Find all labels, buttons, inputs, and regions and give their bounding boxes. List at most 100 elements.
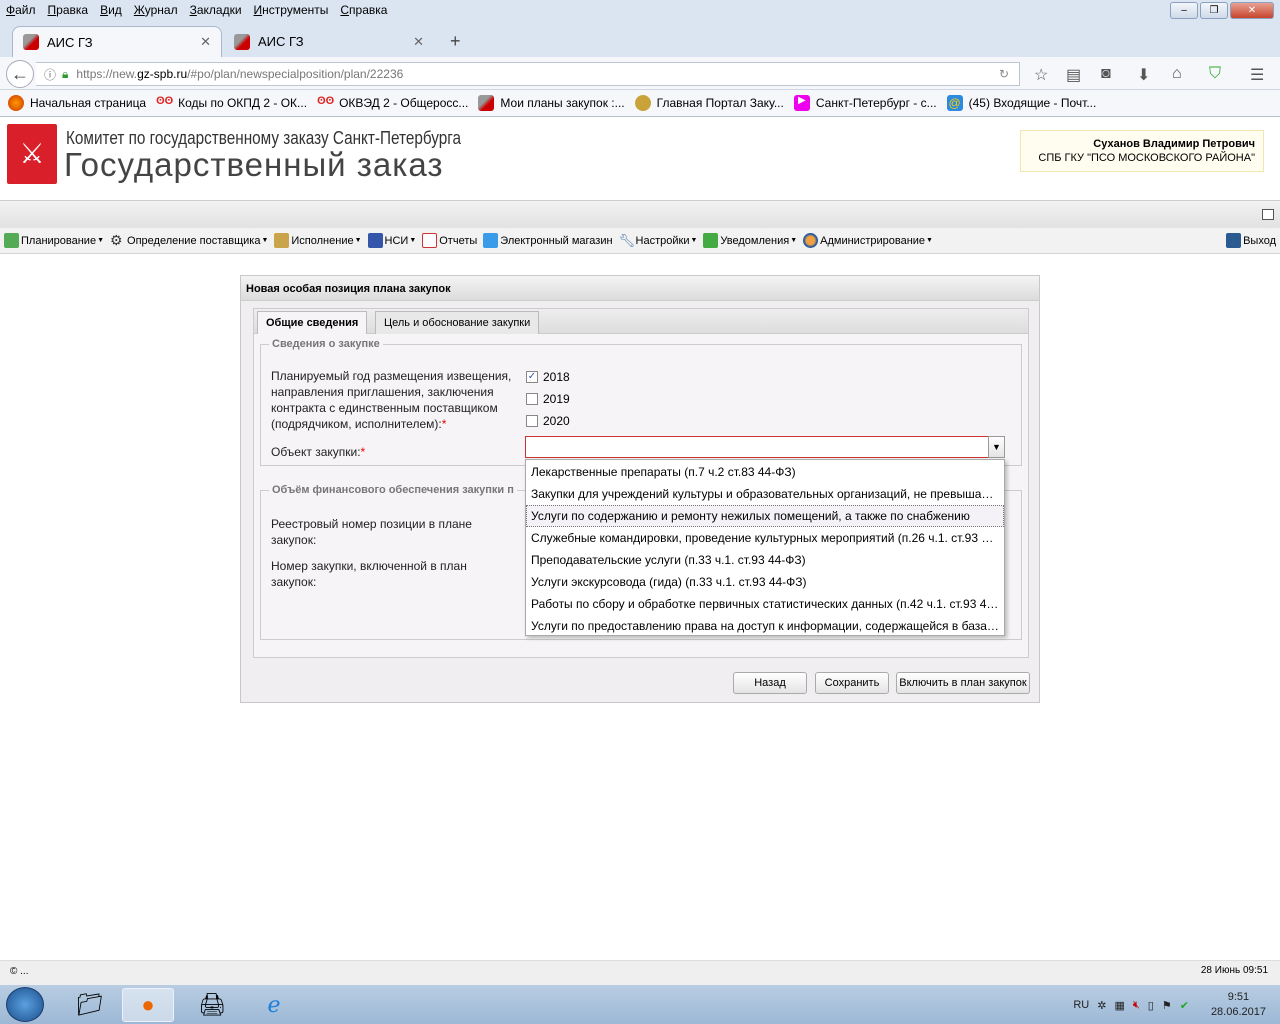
bookmark-home[interactable]: Начальная страница <box>8 95 146 111</box>
firefox-icon <box>8 95 24 111</box>
year-2019-checkbox[interactable]: 2019 <box>526 392 570 406</box>
year-2020-checkbox[interactable]: 2020 <box>526 414 570 428</box>
menu-bookmarks[interactable]: Закладки <box>190 3 242 17</box>
status-bar: © ... <box>0 960 1280 985</box>
status-text: © ... <box>10 966 29 977</box>
site-icon: ʘʘ <box>156 95 174 107</box>
hamburger-menu-icon[interactable]: ☰ <box>1250 65 1264 85</box>
antivirus-icon[interactable]: ✲ <box>1097 999 1106 1012</box>
menu-tools[interactable]: Инструменты <box>254 3 329 17</box>
bookmark-spb[interactable]: ▶ Санкт-Петербург - с... <box>793 95 937 111</box>
display-icon[interactable]: ▯ <box>1148 999 1154 1012</box>
tab-title: АИС ГЗ <box>47 34 93 50</box>
dropdown-option[interactable]: Услуги экскурсовода (гида) (п.33 ч.1. ст… <box>526 571 1004 593</box>
chevron-down-icon[interactable]: ▼ <box>988 436 1005 458</box>
dropdown-option-highlighted[interactable]: Услуги по содержанию и ремонту нежилых п… <box>526 505 1004 527</box>
restore-button[interactable]: ❐ <box>1200 2 1228 19</box>
menu-help[interactable]: Справка <box>340 3 387 17</box>
bookmark-label: Мои планы закупок :... <box>500 96 625 110</box>
info-icon[interactable]: ⓘ <box>44 66 56 83</box>
menu-settings[interactable]: 🔧︎ Настройки ▼ <box>619 233 698 248</box>
download-icon[interactable]: ⬇ <box>1137 65 1150 85</box>
object-label-text: Объект закупки: <box>271 445 361 459</box>
star-icon[interactable]: ☆ <box>1034 65 1048 85</box>
language-indicator[interactable]: RU <box>1073 999 1089 1011</box>
menu-file[interactable]: Файл <box>6 3 36 17</box>
url-bar[interactable]: ⓘ 🔒︎ https://new. gz-spb.ru/#po/plan/news… <box>36 62 1020 86</box>
dropdown-option[interactable]: Служебные командировки, проведение культ… <box>526 527 1004 549</box>
volume-muted-icon[interactable]: 🔇︎ <box>1133 999 1140 1012</box>
firefox-taskbar-icon[interactable]: ● <box>122 988 174 1022</box>
back-button[interactable]: Назад <box>733 672 807 694</box>
dropdown-option[interactable]: Лекарственные препараты (п.7 ч.2 ст.83 4… <box>526 461 1004 483</box>
close-tab-icon[interactable]: ✕ <box>413 34 424 50</box>
menu-eshop[interactable]: Электронный магазин <box>483 233 613 248</box>
tab-general-info[interactable]: Общие сведения <box>257 311 368 335</box>
gavel-icon <box>23 34 39 50</box>
bookmark-okved[interactable]: ʘʘ ОКВЭД 2 - Общеросс... <box>317 95 468 111</box>
menu-supplier[interactable]: ⚙ Определение поставщика ▼ <box>110 233 268 248</box>
gavel-icon <box>478 95 495 111</box>
checkbox-icon <box>526 393 538 405</box>
collapse-header-icon[interactable] <box>1262 209 1274 220</box>
year-label-text: Планируемый год размещения извещения, на… <box>271 369 512 431</box>
tab-purpose[interactable]: Цель и обоснование закупки <box>375 311 540 335</box>
menu-edit[interactable]: Правка <box>48 3 89 17</box>
purchase-object-combobox[interactable]: ▼ <box>525 436 1005 458</box>
user-info: Суханов Владимир Петрович СПБ ГКУ "ПСО М… <box>1020 130 1264 172</box>
wrench-icon: 🔧︎ <box>618 233 636 248</box>
dropdown-arrow-icon: ▼ <box>690 237 698 244</box>
exit-icon <box>1226 233 1242 248</box>
dropdown-option[interactable]: Услуги по предоставлению права на доступ… <box>526 615 1004 637</box>
explorer-taskbar-icon[interactable]: 📁︎ <box>64 988 116 1022</box>
dropdown-arrow-icon: ▼ <box>97 237 105 244</box>
close-tab-icon[interactable]: ✕ <box>200 34 211 50</box>
bookmark-mail[interactable]: @ (45) Входящие - Почт... <box>946 95 1096 111</box>
menu-label: Планирование <box>21 234 97 247</box>
reload-icon[interactable]: ↻ <box>999 67 1009 81</box>
shield-icon[interactable]: ⛉ <box>1209 65 1221 83</box>
flag-icon[interactable]: ⚑ <box>1162 999 1172 1012</box>
ie-taskbar-icon[interactable]: e <box>248 988 300 1022</box>
include-in-plan-button[interactable]: Включить в план закупок <box>896 672 1030 694</box>
browser-tab-strip: АИС ГЗ ✕ АИС ГЗ ✕ + <box>0 20 1280 57</box>
network-icon[interactable]: ▦ <box>1114 999 1124 1012</box>
form-tabs: Общие сведения Цель и обоснование закупк… <box>253 308 1029 335</box>
scanner-taskbar-icon[interactable]: 🖨︎ <box>186 988 238 1022</box>
emblem-icon <box>634 95 651 111</box>
back-button[interactable]: ← <box>6 60 34 88</box>
browser-tab-2[interactable]: АИС ГЗ ✕ <box>224 26 434 57</box>
browser-tab-1[interactable]: АИС ГЗ ✕ <box>12 26 222 57</box>
bookmark-portal[interactable]: Главная Портал Заку... <box>634 95 784 111</box>
clock[interactable]: 9:51 28.06.2017 <box>1211 990 1266 1020</box>
save-button[interactable]: Сохранить <box>815 672 889 694</box>
bookmark-okpd[interactable]: ʘʘ Коды по ОКПД 2 - ОК... <box>156 95 307 111</box>
menu-notifications[interactable]: Уведомления ▼ <box>703 233 797 248</box>
purchase-object-dropdown: Лекарственные препараты (п.7 ч.2 ст.83 4… <box>525 459 1005 636</box>
menu-label: Отчеты <box>439 234 478 247</box>
menu-admin[interactable]: Администрирование ▼ <box>803 233 933 248</box>
close-window-button[interactable]: ✕ <box>1230 2 1274 19</box>
exit-button[interactable]: Выход <box>1226 233 1276 248</box>
reading-list-icon[interactable]: ▤ <box>1066 65 1081 85</box>
dropdown-option[interactable]: Закупки для учреждений культуры и образо… <box>526 483 1004 505</box>
admin-user-icon <box>803 233 819 248</box>
minimize-button[interactable]: – <box>1170 2 1198 19</box>
dropdown-arrow-icon: ▼ <box>409 237 417 244</box>
new-tab-button[interactable]: + <box>440 26 471 57</box>
lock-icon: 🔒︎ <box>62 66 69 81</box>
dropdown-option[interactable]: Преподавательские услуги (п.33 ч.1. ст.9… <box>526 549 1004 571</box>
menu-nsi[interactable]: НСИ ▼ <box>367 233 417 248</box>
menu-reports[interactable]: Отчеты <box>422 233 477 248</box>
pocket-icon[interactable]: ◙ <box>1101 65 1111 83</box>
menu-view[interactable]: Вид <box>100 3 122 17</box>
home-icon[interactable]: ⌂ <box>1172 65 1182 83</box>
year-2018-checkbox[interactable]: ✓ 2018 <box>526 370 570 384</box>
dropdown-option[interactable]: Работы по сбору и обработке первичных ст… <box>526 593 1004 615</box>
menu-planning[interactable]: Планирование ▼ <box>4 233 104 248</box>
safely-remove-icon[interactable]: ✔ <box>1180 999 1189 1012</box>
bookmark-my-plans[interactable]: Мои планы закупок :... <box>478 95 625 111</box>
menu-history[interactable]: Журнал <box>134 3 178 17</box>
menu-execution[interactable]: Исполнение ▼ <box>274 233 362 248</box>
start-button[interactable] <box>6 987 44 1022</box>
